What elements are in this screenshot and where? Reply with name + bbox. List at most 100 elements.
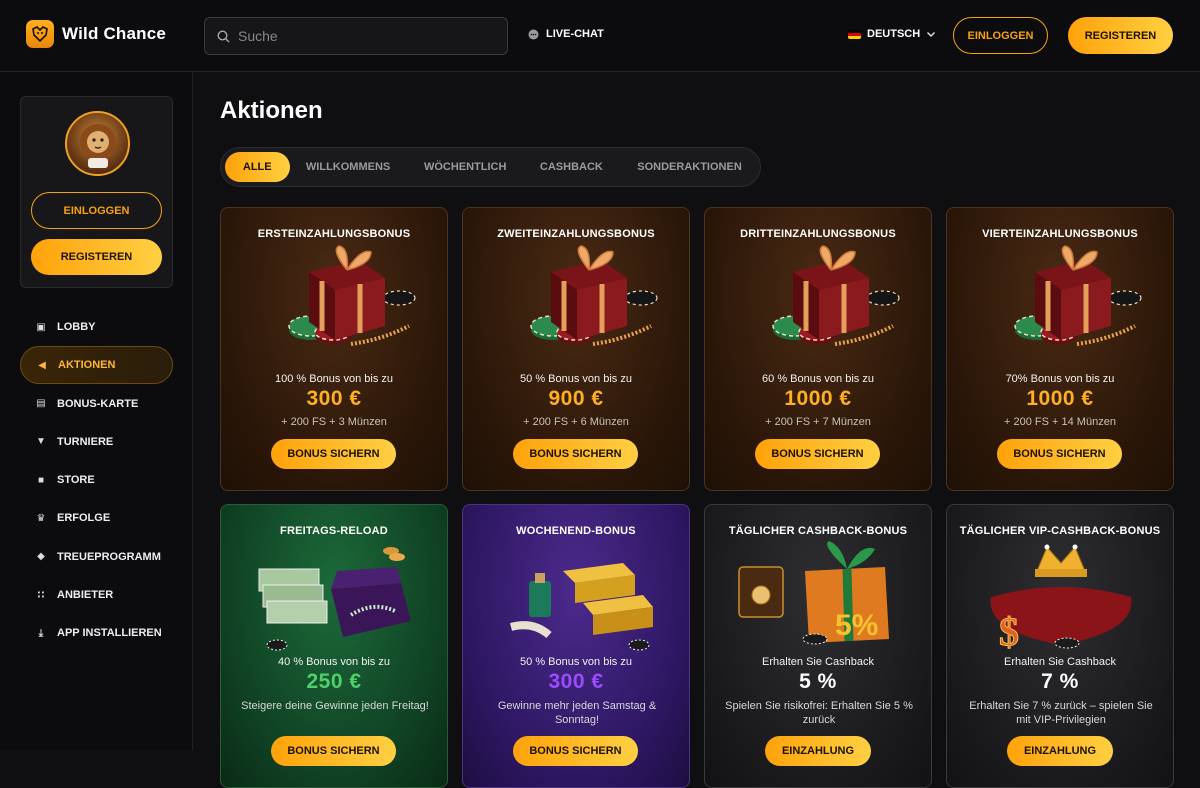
promo-card[interactable]: ERSTEINZAHLUNGSBONUS 100 % Bonus von bis … xyxy=(220,207,448,491)
tab-alle[interactable]: ALLE xyxy=(225,152,290,182)
diamond-icon: ◆ xyxy=(37,551,45,563)
promo-card-amount: 1000 € xyxy=(1026,387,1094,410)
sidebar-item-bonus-karte[interactable]: ▤ BONUS-KARTE xyxy=(20,385,173,423)
sidebar-item-label: APP INSTALLIEREN xyxy=(57,627,162,640)
logo-text: Wild Chance xyxy=(62,24,167,43)
logo-icon xyxy=(26,20,54,48)
promo-card-note: Steigere deine Gewinne jeden Freitag! xyxy=(241,700,429,712)
store-icon: ■ xyxy=(37,474,45,486)
sidebar-item-label: TURNIERE xyxy=(57,435,114,448)
sidebar-item-erfolge[interactable]: ♛ ERFOLGE xyxy=(20,499,173,537)
promo-card-title: VIERTEINZAHLUNGSBONUS xyxy=(982,228,1138,240)
promo-card[interactable]: FREITAGS-RELOAD 40 % Bonus von bis zu 250 … xyxy=(220,504,448,788)
map-icon: ▤ xyxy=(36,398,46,410)
promo-card-description: 50 % Bonus von bis zu xyxy=(520,373,632,385)
promo-card-title: FREITAGS-RELOAD xyxy=(280,525,388,537)
promo-card-amount: 1000 € xyxy=(784,387,852,410)
svg-text:$: $ xyxy=(999,609,1019,654)
sidebar-register-button[interactable]: REGISTEREN xyxy=(31,239,162,275)
sidebar-nav: ▣ LOBBY ◀ AKTIONEN ▤ BONUS-KARTE ▼ TURNIERE ■ STO… xyxy=(20,308,173,653)
bonus-sichern-button[interactable]: BONUS SICHERN xyxy=(513,736,638,766)
sidebar: EINLOGGEN REGISTEREN ▣ LOBBY ◀ AKTIONEN ▤ BON… xyxy=(0,72,193,750)
chevron-down-icon xyxy=(927,31,936,37)
promo-card-amount: 300 € xyxy=(306,387,362,410)
sidebar-item-treueprogramm[interactable]: ◆ TREUEPROGRAMM xyxy=(20,538,173,576)
promo-card-description: 50 % Bonus von bis zu xyxy=(520,656,632,668)
deposit-button[interactable]: EINZAHLUNG xyxy=(1007,736,1113,766)
flag-de-icon xyxy=(848,29,861,39)
crown-icon: ♛ xyxy=(36,512,46,524)
promo-card-amount: 900 € xyxy=(548,387,604,410)
tab-cashback[interactable]: CASHBACK xyxy=(524,152,619,182)
chat-icon xyxy=(528,29,539,39)
money-jewelry-icon xyxy=(251,541,419,659)
sidebar-item-label: STORE xyxy=(57,474,95,487)
top-header: Wild Chance LIVE-CHAT DEUTSCH EINLOGGEN … xyxy=(0,0,1200,72)
language-selector[interactable]: DEUTSCH xyxy=(848,28,936,40)
sidebar-item-app-installieren[interactable]: ⤓ APP INSTALLIEREN xyxy=(20,614,173,652)
grid-icon: ∷ xyxy=(37,589,45,601)
logo[interactable]: Wild Chance xyxy=(26,20,166,48)
promo-card-amount: 250 € xyxy=(306,670,362,693)
sidebar-item-aktionen[interactable]: ◀ AKTIONEN xyxy=(20,346,173,385)
search-box[interactable] xyxy=(204,17,508,55)
promo-card-note: Spielen Sie risikofrei: Erhalten Sie 5 %… xyxy=(725,700,913,726)
search-input[interactable] xyxy=(238,28,488,44)
bonus-sichern-button[interactable]: BONUS SICHERN xyxy=(755,439,880,469)
promo-card-extras: + 200 FS + 3 Münzen xyxy=(281,416,387,428)
avatar xyxy=(65,111,130,176)
bonus-sichern-button[interactable]: BONUS SICHERN xyxy=(513,439,638,469)
trophy-icon: ▼ xyxy=(36,436,46,448)
download-icon: ⤓ xyxy=(38,627,44,639)
promo-card-title: TÄGLICHER CASHBACK-BONUS xyxy=(728,525,908,537)
filter-tabs: ALLE WILLKOMMENS WÖCHENTLICH CASHBACK SONDER… xyxy=(220,147,761,187)
gold-bars-icon xyxy=(493,541,661,659)
promo-card[interactable]: TÄGLICHER VIP-CASHBACK-BONUS $ Erhalten Si… xyxy=(946,504,1174,788)
page-title: Aktionen xyxy=(220,97,323,124)
promo-card-extras: + 200 FS + 7 Münzen xyxy=(765,416,871,428)
sidebar-item-label: TREUEPROGRAMM xyxy=(57,550,161,563)
promo-card-amount: 7 % xyxy=(1041,670,1079,693)
promo-card-amount: 5 % xyxy=(799,670,837,693)
promo-card[interactable]: WOCHENEND-BONUS 50 % Bonus von bis zu 300 … xyxy=(462,504,690,788)
sidebar-item-anbieter[interactable]: ∷ ANBIETER xyxy=(20,576,173,614)
promo-card-note: Gewinne mehr jeden Samstag & Sonntag! xyxy=(497,700,657,726)
profile-card: EINLOGGEN REGISTEREN xyxy=(20,96,173,288)
sidebar-item-label: BONUS-KARTE xyxy=(57,397,139,410)
tab-willkommens[interactable]: WILLKOMMENS xyxy=(290,152,407,182)
bonus-sichern-button[interactable]: BONUS SICHERN xyxy=(271,736,396,766)
promo-card[interactable]: ZWEITEINZAHLUNGSBONUS 50 % Bonus von bis … xyxy=(462,207,690,491)
promo-card-description: 70% Bonus von bis zu xyxy=(1005,373,1115,385)
header-login-button[interactable]: EINLOGGEN xyxy=(953,17,1048,54)
sidebar-item-lobby[interactable]: ▣ LOBBY xyxy=(20,308,173,346)
lion-avatar-icon xyxy=(79,123,116,168)
promo-card-title: WOCHENEND-BONUS xyxy=(516,525,636,537)
promo-card-title: ERSTEINZAHLUNGSBONUS xyxy=(257,228,411,240)
promo-card-title: ZWEITEINZAHLUNGSBONUS xyxy=(497,228,655,240)
promo-card-description: 100 % Bonus von bis zu xyxy=(274,373,394,385)
promo-card-description: 60 % Bonus von bis zu xyxy=(762,373,874,385)
sidebar-item-turniere[interactable]: ▼ TURNIERE xyxy=(20,423,173,461)
live-chat-button[interactable]: LIVE-CHAT xyxy=(528,28,604,40)
bonus-sichern-button[interactable]: BONUS SICHERN xyxy=(271,439,396,469)
promo-card[interactable]: DRITTEINZAHLUNGSBONUS 60 % Bonus von bis … xyxy=(704,207,932,491)
sidebar-login-button[interactable]: EINLOGGEN xyxy=(31,192,162,229)
header-register-button[interactable]: REGISTEREN xyxy=(1068,17,1173,54)
promo-card-note: Erhalten Sie 7 % zurück – spielen Sie mi… xyxy=(969,700,1153,726)
promo-card[interactable]: VIERTEINZAHLUNGSBONUS 70% Bonus von bis z… xyxy=(946,207,1174,491)
bonus-sichern-button[interactable]: BONUS SICHERN xyxy=(997,439,1122,469)
sidebar-item-label: ERFOLGE xyxy=(57,512,111,525)
gift-icon xyxy=(493,244,661,362)
deposit-button[interactable]: EINZAHLUNG xyxy=(765,736,871,766)
live-chat-label: LIVE-CHAT xyxy=(546,28,604,40)
tab-wöchentlich[interactable]: WÖCHENTLICH xyxy=(407,152,524,182)
promo-card-title: TÄGLICHER VIP-CASHBACK-BONUS xyxy=(959,525,1161,537)
promo-card-description: Erhalten Sie Cashback xyxy=(1004,656,1116,668)
language-label: DEUTSCH xyxy=(867,28,921,40)
sidebar-item-store[interactable]: ■ STORE xyxy=(20,461,173,499)
promo-card-amount: 300 € xyxy=(548,670,604,693)
tab-sonderaktionen[interactable]: SONDERAKTIONEN xyxy=(619,152,760,182)
sidebar-item-label: ANBIETER xyxy=(57,589,114,602)
promo-card[interactable]: TÄGLICHER CASHBACK-BONUS 5% Erhalten Sie C… xyxy=(704,504,932,788)
gift-icon xyxy=(251,244,419,362)
